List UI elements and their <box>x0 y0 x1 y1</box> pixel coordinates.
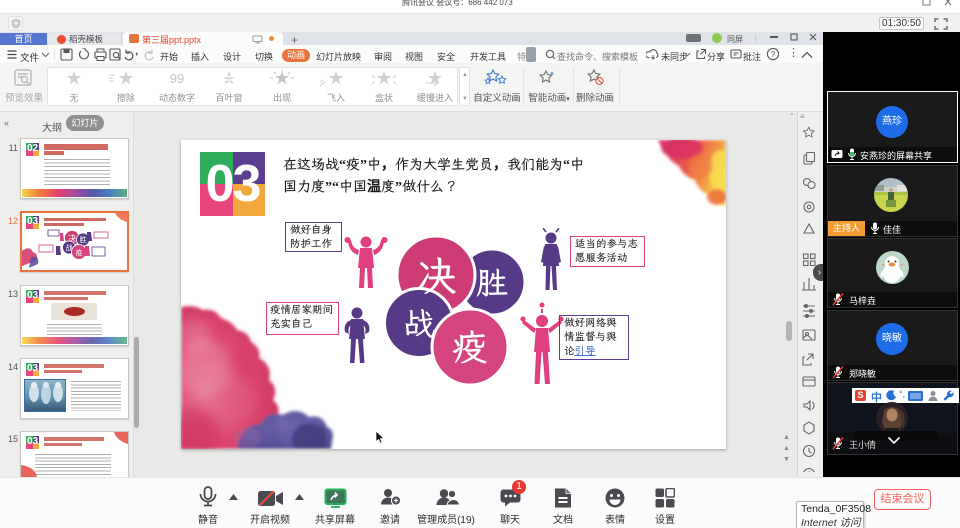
svg-text:战: 战 <box>66 243 73 252</box>
svg-text:胜: 胜 <box>476 265 508 301</box>
svg-text:疫: 疫 <box>452 328 488 368</box>
svg-text:决: 决 <box>68 233 76 243</box>
svg-text:?: ? <box>771 50 776 59</box>
svg-text:?: ? <box>807 471 812 473</box>
svg-text:决: 决 <box>416 254 456 299</box>
svg-text:战: 战 <box>403 306 435 342</box>
svg-text:疫: 疫 <box>76 248 83 257</box>
svg-text:胜: 胜 <box>80 235 87 244</box>
